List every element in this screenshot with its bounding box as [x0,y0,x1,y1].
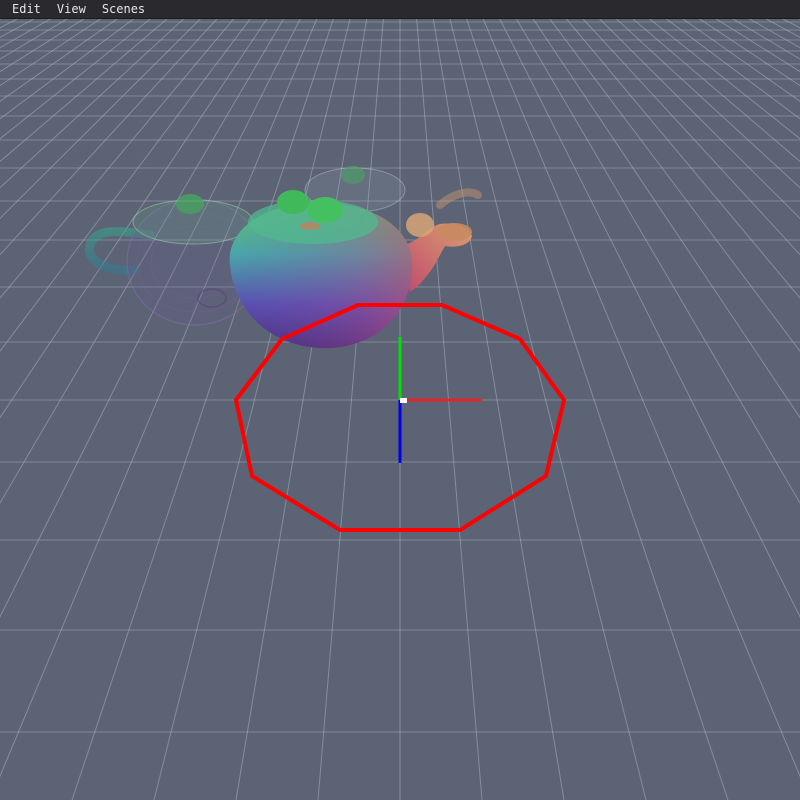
grid-line [0,19,318,778]
grid-line [732,19,800,60]
grid-line [400,19,800,800]
grid-line [0,19,301,618]
menu-scenes[interactable]: Scenes [94,0,153,19]
grid-line [0,19,400,800]
grid-line [0,19,185,189]
grid-line [0,19,218,256]
grid-line [0,19,400,800]
grid-line [515,19,800,504]
grid-line [0,19,400,800]
grid-line [0,19,68,60]
grid-line [482,19,800,778]
grid-line [0,19,2,20]
grid-line [798,19,800,20]
grid-line [0,19,201,220]
grid-line [400,19,800,800]
grid-line [549,19,800,352]
grid-line [0,19,400,800]
grid-line [0,19,85,73]
grid-line [0,19,400,800]
grid-line [765,19,800,38]
grid-line [400,19,800,800]
grid-line [400,19,800,800]
menu-bar: Edit View Scenes [0,0,800,19]
grid-line [0,19,52,49]
grid-line [400,19,800,800]
grid-line [665,19,800,120]
grid-line [0,19,400,800]
grid-line [400,19,800,800]
grid-line [0,19,235,299]
grid-line [153,19,351,800]
grid-line [0,19,400,800]
menu-edit[interactable]: Edit [4,0,49,19]
grid-line [0,19,102,87]
3d-viewport[interactable] [0,19,800,800]
grid-line [0,19,285,504]
grid-line [400,19,800,800]
grid-line [0,19,400,800]
teapot-solid [229,190,472,349]
grid-line [0,19,251,352]
grid-line [532,19,800,419]
grid-line [400,19,800,800]
grid-line [599,19,800,220]
grid-line [682,19,800,102]
grid-line [0,19,118,102]
grid-line [400,19,800,800]
grid-line [317,19,384,800]
grid-line [0,19,400,800]
grid-line [416,19,483,800]
grid-line [499,19,800,618]
grid-line [400,19,800,800]
grid-line [449,19,647,800]
grid-line [400,19,800,800]
grid-line [400,19,800,800]
grid-line [432,19,565,800]
grid-line [632,19,800,163]
grid-line [0,19,400,800]
grid-line [0,19,400,800]
grid-line [400,19,800,800]
grid-line [0,19,400,800]
grid-line [748,19,800,49]
grid-line [0,19,400,800]
grid-line [0,19,135,120]
grid-line [0,19,35,38]
grid-line [400,19,800,800]
grid-line [698,19,800,87]
menu-view[interactable]: View [49,0,94,19]
viewport-canvas[interactable] [0,19,800,800]
grid-line [400,19,800,800]
grid-line [0,19,400,800]
grid-line [235,19,368,800]
transform-gizmo [398,337,482,463]
grid-line [0,19,168,163]
grid-line [0,19,19,29]
grid-line [715,19,800,73]
grid-line [0,19,268,419]
grid-line [565,19,800,299]
grid-line [582,19,800,256]
grid-line [648,19,800,140]
gizmo-center [400,398,407,403]
grid-line [615,19,800,189]
grid-line [781,19,800,29]
grid-line [0,19,400,800]
grid-line [0,19,152,140]
grid-line [400,19,800,800]
grid-line [0,19,400,800]
